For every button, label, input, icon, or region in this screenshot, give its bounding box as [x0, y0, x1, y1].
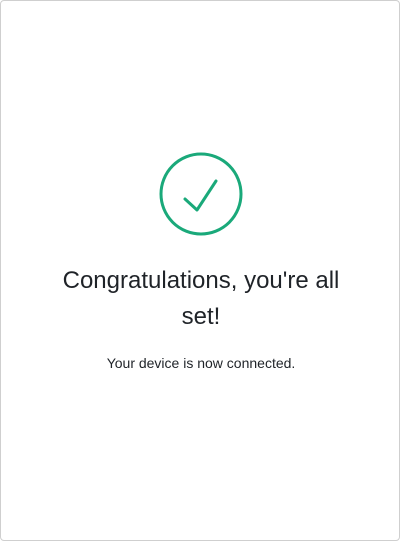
- success-message: Your device is now connected.: [106, 355, 296, 371]
- success-title: Congratulations, you're all set!: [62, 267, 340, 330]
- connection-success-dialog: Congratulations, you're all set! Your de…: [0, 0, 400, 541]
- check-circle-icon: [159, 152, 243, 236]
